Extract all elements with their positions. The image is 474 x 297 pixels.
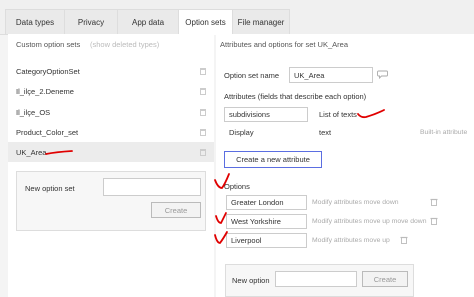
trash-icon[interactable] xyxy=(429,197,439,207)
new-option-set-input[interactable] xyxy=(103,178,201,196)
option-set-name: CategoryOptionSet xyxy=(16,66,80,76)
list-item-selected[interactable]: UK_Area xyxy=(8,142,214,162)
trash-icon[interactable] xyxy=(429,216,439,226)
option-actions[interactable]: Modify attributes move up move down xyxy=(312,218,426,225)
trash-icon[interactable] xyxy=(200,128,206,136)
create-option-set-button[interactable]: Create xyxy=(151,202,201,218)
attributes-label: Attributes (fields that describe each op… xyxy=(224,92,367,101)
option-value-input[interactable]: Liverpool xyxy=(226,233,307,248)
option-set-name-input[interactable]: UK_Area xyxy=(289,67,373,83)
option-actions[interactable]: Modify attributes move down xyxy=(312,199,399,206)
option-sets-header: Custom option sets xyxy=(16,40,81,49)
list-item[interactable]: Product_Color_set xyxy=(8,122,214,142)
annotation-check-mark xyxy=(214,231,228,244)
new-option-set-box: New option set Create xyxy=(16,171,206,231)
new-option-label: New option xyxy=(232,276,270,285)
tab-privacy[interactable]: Privacy xyxy=(64,9,118,34)
trash-icon[interactable] xyxy=(399,235,409,245)
option-value-input[interactable]: Greater London xyxy=(226,195,307,210)
comment-icon[interactable] xyxy=(377,69,389,79)
tab-file-manager[interactable]: File manager xyxy=(232,9,290,34)
trash-icon[interactable] xyxy=(200,87,206,95)
option-actions[interactable]: Modify attributes move up xyxy=(312,237,390,244)
option-set-name: Product_Color_set xyxy=(16,127,79,137)
option-set-detail-panel: Attributes and options for set UK_Area O… xyxy=(214,34,474,297)
create-attribute-button[interactable]: Create a new attribute xyxy=(224,151,322,168)
option-set-name-label: Option set name xyxy=(224,71,280,80)
built-in-attribute-note: Built-in attribute xyxy=(420,129,468,136)
attribute-name-input[interactable]: subdivisions xyxy=(224,107,308,122)
trash-icon[interactable] xyxy=(200,148,206,156)
trash-icon[interactable] xyxy=(200,108,206,116)
list-item[interactable]: Il_ilçe_OS xyxy=(8,102,214,122)
attribute-type: text xyxy=(319,128,332,137)
tab-app-data[interactable]: App data xyxy=(117,9,179,34)
option-set-name: UK_Area xyxy=(16,147,47,157)
option-sets-panel: Custom option sets (show deleted types) … xyxy=(8,34,214,297)
list-item[interactable]: CategoryOptionSet xyxy=(8,61,214,81)
attribute-type: List of texts xyxy=(319,110,357,119)
trash-icon[interactable] xyxy=(200,67,206,75)
attribute-name: Display xyxy=(229,128,254,137)
show-deleted-link[interactable]: (show deleted types) xyxy=(90,40,159,49)
new-option-input[interactable] xyxy=(275,271,357,287)
new-option-set-label: New option set xyxy=(25,184,75,193)
annotation-check-mark xyxy=(215,212,227,224)
option-value-input[interactable]: West Yorkshire xyxy=(226,214,307,229)
list-item[interactable]: Il_ilçe_2.Deneme xyxy=(8,81,214,101)
annotation-check-mark xyxy=(214,173,230,189)
annotation-underline-mark xyxy=(45,150,73,155)
option-set-name: Il_ilçe_OS xyxy=(16,107,51,117)
option-set-name: Il_ilçe_2.Deneme xyxy=(16,86,74,96)
tab-data-types[interactable]: Data types xyxy=(5,9,65,34)
create-option-button[interactable]: Create xyxy=(362,271,408,287)
tab-bar: Data types Privacy App data Option sets … xyxy=(0,0,474,35)
detail-header: Attributes and options for set UK_Area xyxy=(220,40,348,49)
new-option-box: New option Create xyxy=(225,264,414,297)
annotation-check-mark xyxy=(357,109,385,119)
tab-option-sets[interactable]: Option sets xyxy=(178,9,233,35)
